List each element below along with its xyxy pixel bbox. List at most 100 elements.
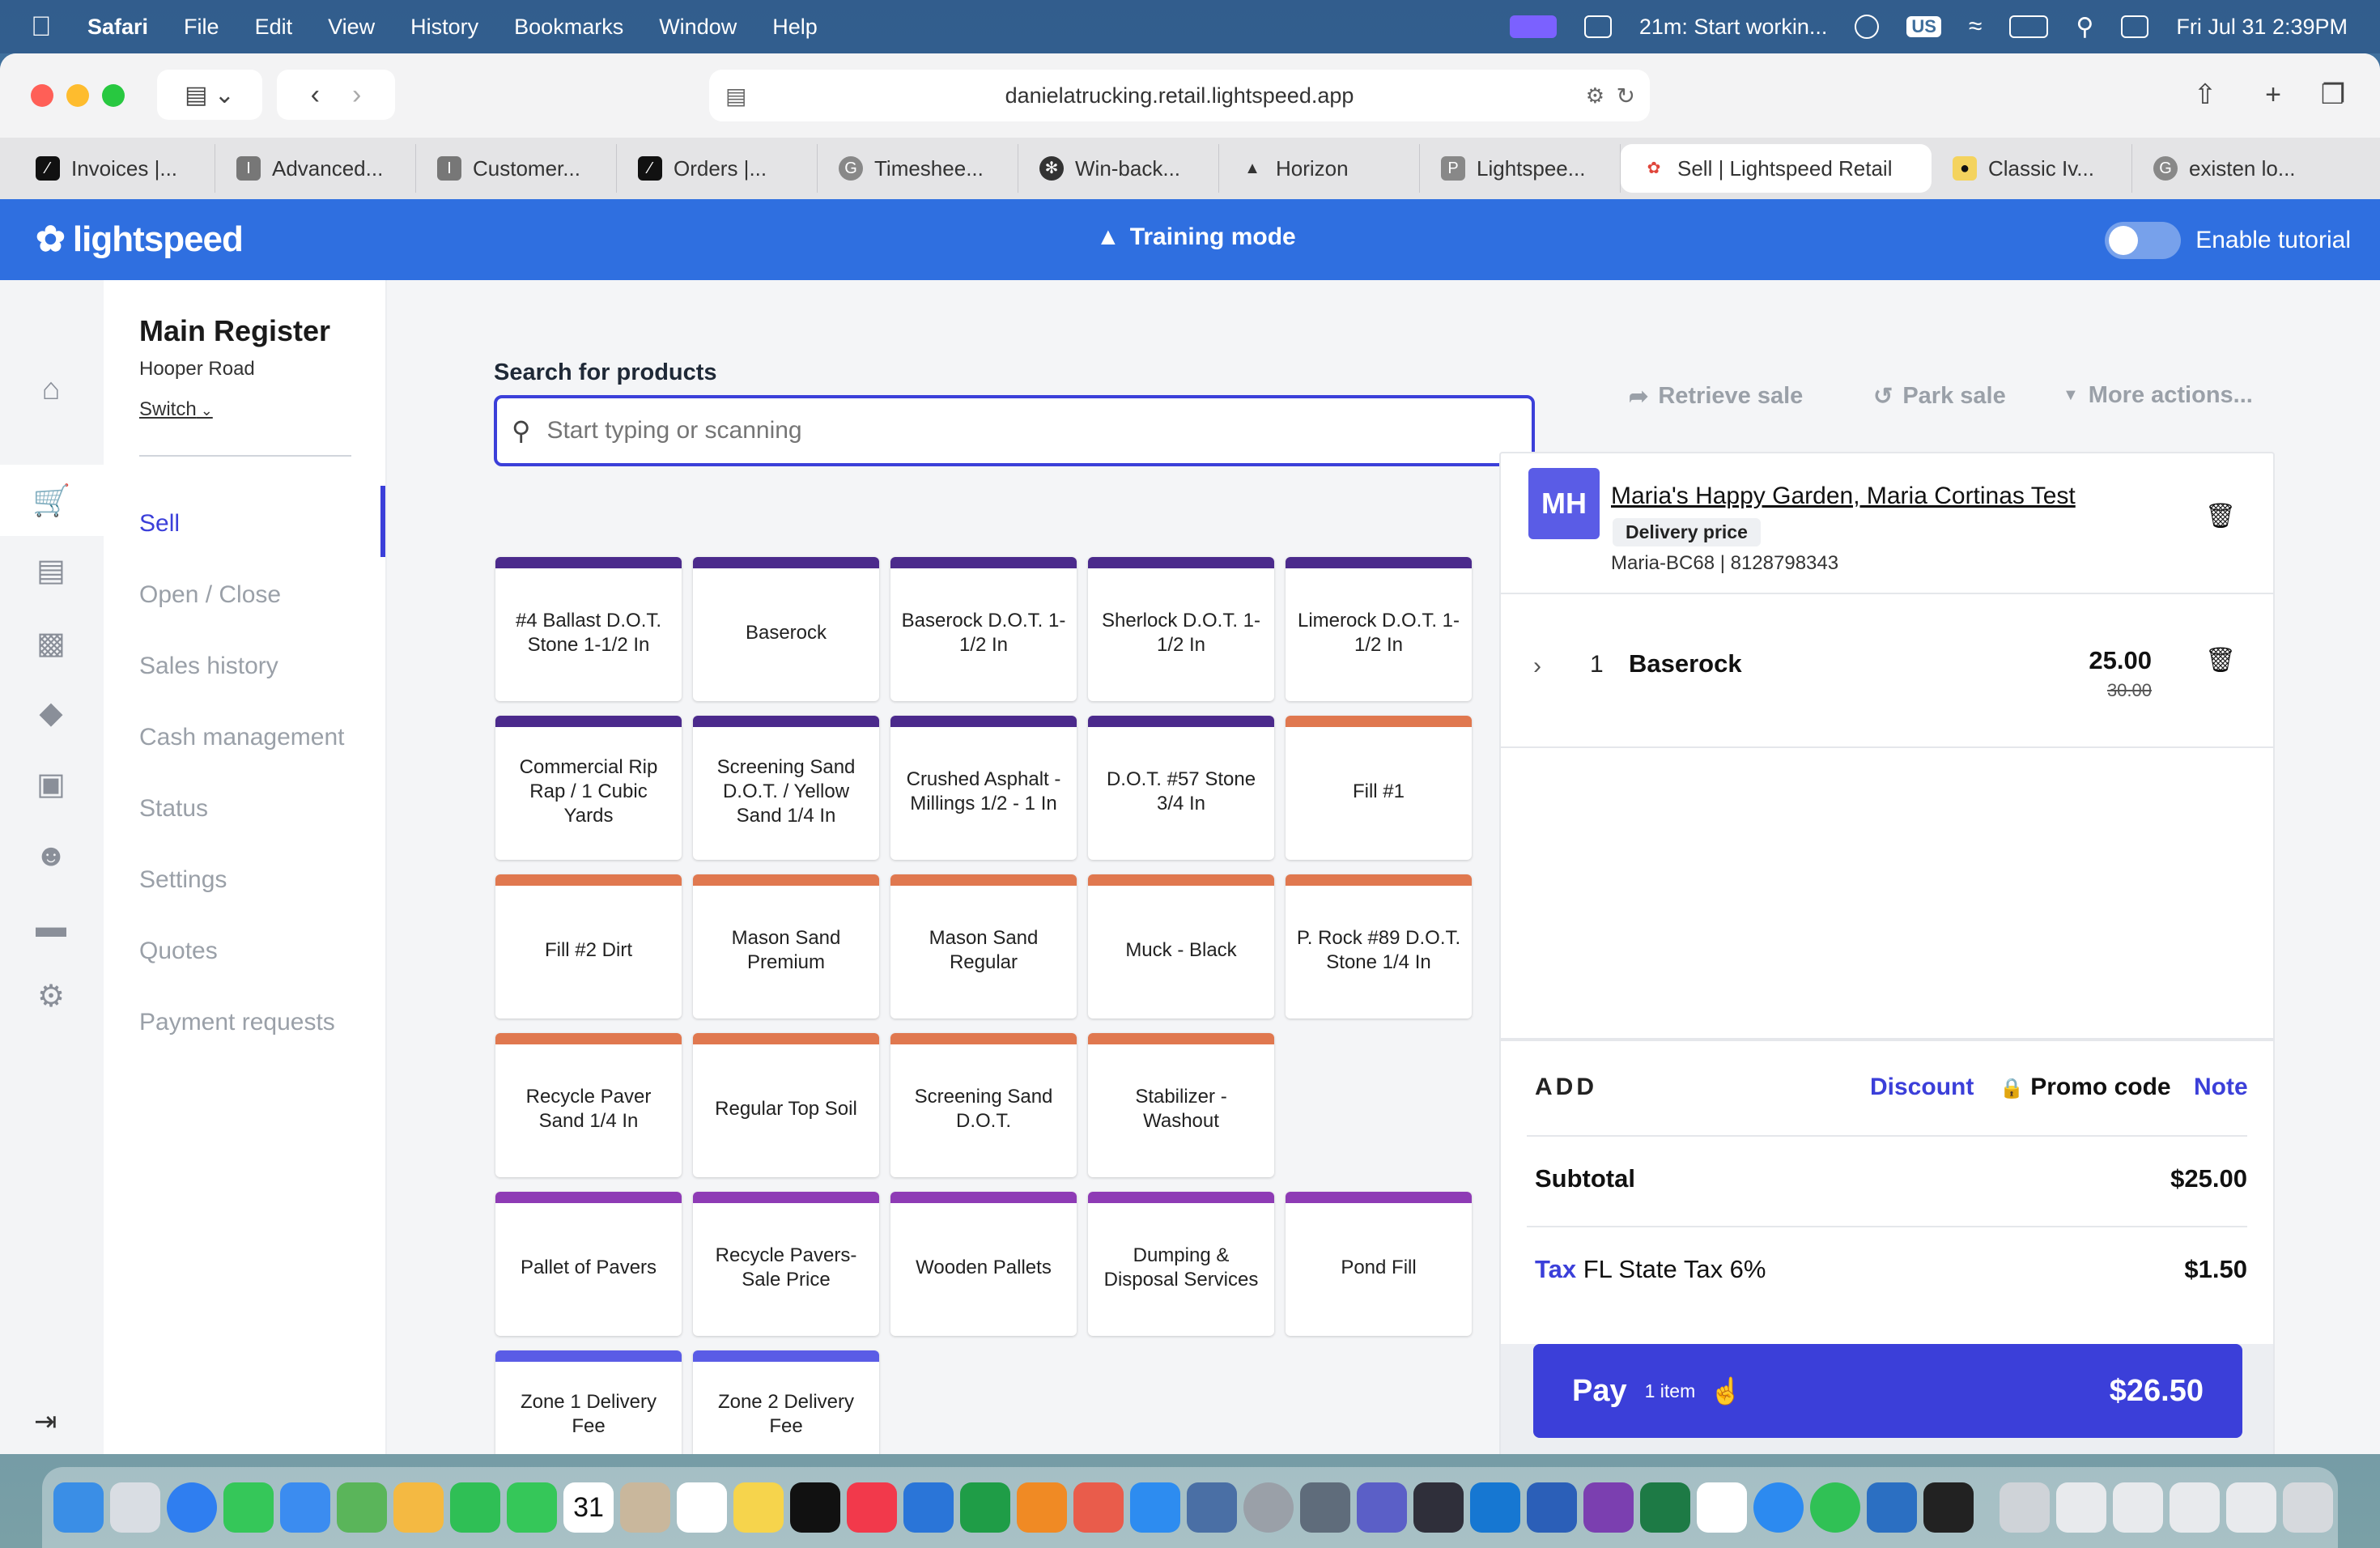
numbers-icon[interactable]	[960, 1482, 1010, 1533]
forward-arrow-icon[interactable]: ›	[352, 79, 361, 111]
product-tile[interactable]: Fill #2 Dirt	[495, 874, 682, 1019]
tab-horizon[interactable]: ▲ Horizon	[1219, 144, 1420, 193]
subnav-open-close[interactable]: Open / Close	[139, 581, 281, 609]
tab-overview-button[interactable]: ❐	[2312, 70, 2354, 120]
product-tile[interactable]: Baserock	[693, 557, 879, 701]
outlook-icon[interactable]	[1470, 1482, 1520, 1533]
share-button[interactable]: ⇧	[2184, 70, 2226, 120]
switch-register-link[interactable]: Switch ⌄	[139, 398, 213, 421]
tab-win-back[interactable]: ✻ Win-back...	[1018, 144, 1219, 193]
page-menu-icon[interactable]: ▤	[725, 83, 746, 109]
keyboard-input-badge[interactable]: US	[1906, 16, 1941, 37]
product-tile[interactable]: Commercial Rip Rap / 1 Cubic Yards	[495, 716, 682, 860]
mail-icon[interactable]	[280, 1482, 330, 1533]
system-settings-icon[interactable]	[1243, 1482, 1294, 1533]
reload-icon[interactable]: ↻	[1617, 83, 1635, 109]
product-tile[interactable]: Baserock D.O.T. 1-1/2 In	[890, 557, 1077, 701]
finder-icon[interactable]	[53, 1482, 104, 1533]
printer-icon[interactable]	[2000, 1482, 2050, 1533]
lightspeed-logo[interactable]: ✿ lightspeed	[36, 219, 244, 260]
product-tile[interactable]: Wooden Pallets	[890, 1192, 1077, 1336]
tutorial-toggle[interactable]: Enable tutorial	[2105, 222, 2351, 259]
menu-history[interactable]: History	[410, 15, 478, 40]
disk-utility-icon[interactable]	[1300, 1482, 1350, 1533]
tab-advanced[interactable]: I Advanced...	[215, 144, 416, 193]
subnav-quotes[interactable]: Quotes	[139, 938, 218, 965]
reports-icon[interactable]: ▩	[32, 625, 70, 662]
customers-icon[interactable]: ☻	[32, 837, 70, 874]
phone-icon[interactable]	[507, 1482, 557, 1533]
product-tile[interactable]: Fill #1	[1286, 716, 1472, 860]
tab-sell-lightspeed[interactable]: ✿ Sell | Lightspeed Retail	[1621, 144, 1932, 193]
tab-customer[interactable]: I Customer...	[416, 144, 617, 193]
reminders-icon[interactable]	[677, 1482, 727, 1533]
qmenu-icon[interactable]	[1753, 1482, 1804, 1533]
menu-app-safari[interactable]: Safari	[87, 15, 148, 40]
close-window-button[interactable]	[31, 84, 53, 107]
contacts-icon[interactable]	[620, 1482, 670, 1533]
music-icon[interactable]	[847, 1482, 897, 1533]
teams-icon[interactable]	[1357, 1482, 1407, 1533]
tab-timesheet[interactable]: G Timeshee...	[818, 144, 1018, 193]
product-tile[interactable]: Mason Sand Premium	[693, 874, 879, 1019]
address-bar[interactable]: ▤ danielatrucking.retail.lightspeed.app …	[709, 70, 1650, 121]
accessibility-icon[interactable]	[1583, 15, 1612, 38]
customer-name-link[interactable]: Maria's Happy Garden, Maria Cortinas Tes…	[1611, 483, 2076, 510]
catalog-icon[interactable]: ▤	[32, 552, 70, 589]
grammarly-dock-icon[interactable]	[1413, 1482, 1464, 1533]
shop-icon[interactable]: ▬	[32, 908, 70, 946]
retrieve-sale-button[interactable]: ➦ Retrieve sale	[1629, 382, 1803, 410]
remove-customer-trash-icon[interactable]: 🗑	[2205, 502, 2236, 530]
product-tile[interactable]: P. Rock #89 D.O.T. Stone 1/4 In	[1286, 874, 1472, 1019]
simulator-icon[interactable]	[1187, 1482, 1237, 1533]
minimize-window-button[interactable]	[66, 84, 89, 107]
gallery-icon[interactable]	[1923, 1482, 1974, 1533]
product-tile[interactable]: Regular Top Soil	[693, 1033, 879, 1177]
product-tile[interactable]: Mason Sand Regular	[890, 874, 1077, 1019]
product-tile[interactable]: Stabilizer - Washout	[1088, 1033, 1274, 1177]
sidebar-toggle-button[interactable]: ▤ ⌄	[157, 70, 262, 120]
photos-icon[interactable]	[393, 1482, 444, 1533]
product-tile[interactable]: Zone 2 Delivery Fee	[693, 1350, 879, 1454]
product-search[interactable]: ⚲	[494, 395, 1535, 466]
line-item-name[interactable]: Baserock	[1629, 649, 1742, 678]
subnav-sell[interactable]: Sell	[139, 510, 180, 538]
safari-icon[interactable]	[167, 1482, 217, 1533]
product-tile[interactable]: Limerock D.O.T. 1-1/2 In	[1286, 557, 1472, 701]
product-tile[interactable]: Screening Sand D.O.T.	[890, 1033, 1077, 1177]
window-preview-icon[interactable]	[2056, 1482, 2106, 1533]
tutorial-switch[interactable]	[2105, 222, 2182, 259]
tab-invoices[interactable]: ⁄ Invoices |...	[15, 144, 215, 193]
app-store-icon[interactable]	[1130, 1482, 1180, 1533]
product-tile[interactable]: Screening Sand D.O.T. / Yellow Sand 1/4 …	[693, 716, 879, 860]
word-icon[interactable]	[1527, 1482, 1577, 1533]
park-sale-button[interactable]: ↺ Park sale	[1873, 382, 2006, 410]
subnav-cash-management[interactable]: Cash management	[139, 724, 344, 751]
collapse-sidebar-icon[interactable]: ⇥	[34, 1406, 57, 1438]
excel-icon[interactable]	[1640, 1482, 1690, 1533]
product-tile[interactable]: Pond Fill	[1286, 1192, 1472, 1336]
tab-lightspeed[interactable]: P Lightspee...	[1420, 144, 1621, 193]
product-search-input[interactable]	[546, 417, 1438, 444]
rocket-icon[interactable]	[1073, 1482, 1124, 1533]
new-tab-button[interactable]: +	[2252, 70, 2294, 120]
notes-icon[interactable]	[733, 1482, 784, 1533]
product-tile[interactable]: Recycle Pavers- Sale Price	[693, 1192, 879, 1336]
chevron-right-icon[interactable]: ›	[1533, 653, 1541, 680]
focus-timer[interactable]: 21m: Start workin...	[1639, 15, 1828, 40]
translate-icon[interactable]: ⚙	[1586, 83, 1604, 108]
wifi-icon[interactable]: ≈	[1969, 13, 1982, 40]
product-tile[interactable]: Muck - Black	[1088, 874, 1274, 1019]
more-actions-button[interactable]: ▼ More actions...	[2063, 382, 2253, 409]
discount-button[interactable]: Discount	[1870, 1074, 1974, 1101]
remove-line-trash-icon[interactable]: 🗑	[2205, 646, 2236, 674]
apple-tv-icon[interactable]	[790, 1482, 840, 1533]
grammarly-icon[interactable]	[1855, 15, 1880, 39]
zoom-window-button[interactable]	[102, 84, 125, 107]
facetime-icon[interactable]	[450, 1482, 500, 1533]
back-forward-buttons[interactable]: ‹ ›	[277, 70, 395, 120]
menubar-clock[interactable]: Fri Jul 31 2:39PM	[2176, 15, 2348, 40]
product-tile[interactable]: Zone 1 Delivery Fee	[495, 1350, 682, 1454]
home-icon[interactable]: ⌂	[32, 371, 70, 408]
maps-icon[interactable]	[337, 1482, 387, 1533]
